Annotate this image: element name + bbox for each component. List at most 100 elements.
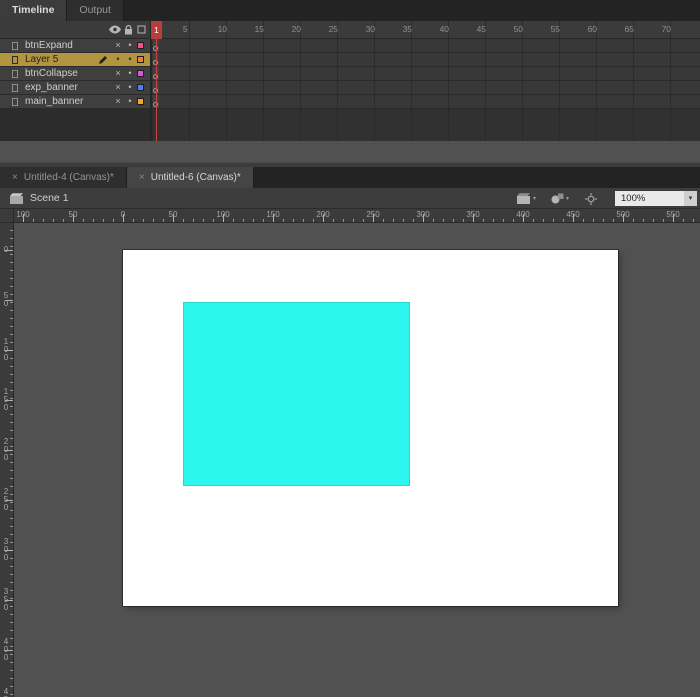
zoom-dropdown-arrow[interactable]: ▾ [684,191,697,206]
layer-name-cell[interactable]: btnCollapse × • [0,67,150,81]
lock-all-layers-button[interactable] [124,24,133,35]
layer-type-icon [12,70,18,78]
ruler-label: 200 [3,437,9,462]
center-stage-button[interactable] [585,193,597,205]
zoom-select[interactable]: 100% [615,191,684,206]
layer-lock-toggle[interactable]: • [124,67,136,81]
frame-number-label: 70 [661,24,672,34]
layer-name-cell[interactable]: Layer 5 • • [0,53,150,67]
document-tab-label: Untitled-4 (Canvas)* [23,172,114,183]
frame-grid-empty-area[interactable] [152,109,700,141]
frame-number-label: 55 [550,24,561,34]
layer-frames[interactable] [152,95,700,109]
frame-number-label: 40 [439,24,450,34]
ruler-label: 0 [120,210,126,219]
ruler-label: 450 [3,687,9,697]
layer-row-layer-5[interactable]: Layer 5 • • [0,53,700,67]
ruler-label: 50 [68,210,78,219]
horizontal-ruler[interactable]: 100 50 0 50 100 150 200 250 300 350 400 450 500 550 [14,209,700,223]
chevron-down-icon: ▾ [533,196,537,202]
layer-name[interactable]: main_banner [25,96,83,107]
edit-bar: Scene 1 ▾ ▾ 100% ▾ [0,188,700,209]
layer-list-empty-area [0,109,150,141]
layer-outline-color[interactable] [137,70,144,77]
scene-breadcrumb: Scene 1 [30,192,69,204]
ruler-label: 550 [666,210,680,219]
frame-ruler[interactable]: 5 10 15 20 25 30 35 40 45 50 55 60 65 70 [152,21,700,39]
document-tab-label: Untitled-6 (Canvas)* [150,172,241,183]
layer-name-cell[interactable]: btnExpand × • [0,39,150,53]
layer-row-main_banner[interactable]: main_banner × • [0,95,700,109]
ruler-label: 100 [3,337,9,362]
layer-visibility-toggle[interactable]: × [112,39,124,53]
tab-timeline[interactable]: Timeline [0,0,68,21]
panel-tab-bar: Timeline Output [0,0,700,21]
layer-name[interactable]: btnExpand [25,40,73,51]
vertical-ruler[interactable]: 0 50 100 150 200 250 300 350 400 450 [0,223,14,697]
ruler-label: 50 [3,291,9,308]
ruler-label: 250 [366,210,380,219]
edit-symbols-button[interactable]: ▾ [551,193,569,204]
frame-number-label: 60 [587,24,598,34]
scene-icon [10,193,24,204]
layer-outline-color[interactable] [137,56,144,63]
frame-number-label: 25 [328,24,339,34]
document-tab-untitled-4[interactable]: × Untitled-4 (Canvas)* [0,167,127,188]
layer-name-cell[interactable]: main_banner × • [0,95,150,109]
frame-number-label: 45 [476,24,487,34]
outline-all-layers-button[interactable] [137,25,146,34]
document-tab-untitled-6[interactable]: × Untitled-6 (Canvas)* [126,167,254,188]
frame-number-label: 30 [365,24,376,34]
timeline-panel: 5 10 15 20 25 30 35 40 45 50 55 60 65 70 btnExpand × • L… [0,21,700,188]
layer-outline-color[interactable] [137,84,144,91]
frame-number-label: 35 [402,24,413,34]
layer-outline-color[interactable] [137,98,144,105]
layer-visibility-toggle[interactable]: • [112,53,124,67]
layer-frames[interactable] [152,39,700,53]
layer-lock-toggle[interactable]: • [124,81,136,95]
ruler-label: 350 [3,587,9,612]
layer-name[interactable]: btnCollapse [25,68,78,79]
cyan-rectangle-shape[interactable] [183,302,410,486]
layer-frames[interactable] [152,67,700,81]
close-icon[interactable]: × [12,172,18,183]
layer-visibility-toggle[interactable]: × [112,95,124,109]
ruler-label: 350 [466,210,480,219]
layer-outline-color[interactable] [137,42,144,49]
edit-scene-button[interactable]: ▾ [517,193,536,204]
playhead[interactable]: 1 [151,21,162,39]
layer-name-cell[interactable]: exp_banner × • [0,81,150,95]
frame-number-label: 65 [624,24,635,34]
layer-row-exp_banner[interactable]: exp_banner × • [0,81,700,95]
stage-pasteboard[interactable] [14,223,700,697]
flash-application-window: Timeline Output 5 10 15 20 25 30 35 40 45 50 55 60 6… [0,0,700,697]
ruler-label: 450 [566,210,580,219]
layer-frames[interactable] [152,81,700,95]
layer-row-btncollapse[interactable]: btnCollapse × • [0,67,700,81]
layer-lock-toggle[interactable]: • [124,39,136,53]
document-tab-bar: × Untitled-4 (Canvas)* × Untitled-6 (Can… [0,167,700,188]
layer-visibility-toggle[interactable]: × [112,81,124,95]
layer-lock-toggle[interactable]: • [124,95,136,109]
layer-frames[interactable] [152,53,700,67]
zoom-control: 100% ▾ [615,191,697,206]
layer-name[interactable]: exp_banner [25,82,78,93]
frame-number-label: 20 [291,24,302,34]
ruler-label: 400 [3,637,9,662]
ruler-corner [0,209,14,223]
ruler-label: 300 [416,210,430,219]
chevron-down-icon: ▾ [566,196,570,202]
ruler-label: 150 [266,210,280,219]
playhead-line[interactable] [156,21,157,141]
stage-canvas[interactable] [123,250,618,606]
layer-visibility-toggle[interactable]: × [112,67,124,81]
layer-row-btnexpand[interactable]: btnExpand × • [0,39,700,53]
layer-frame-divider [150,21,152,141]
frame-number-label: 10 [217,24,228,34]
layer-type-icon [12,84,18,92]
layer-name[interactable]: Layer 5 [25,54,58,65]
close-icon[interactable]: × [139,172,145,183]
tab-output[interactable]: Output [67,0,124,21]
show-hide-all-layers-button[interactable] [109,25,121,34]
layer-lock-toggle[interactable]: • [124,53,136,67]
